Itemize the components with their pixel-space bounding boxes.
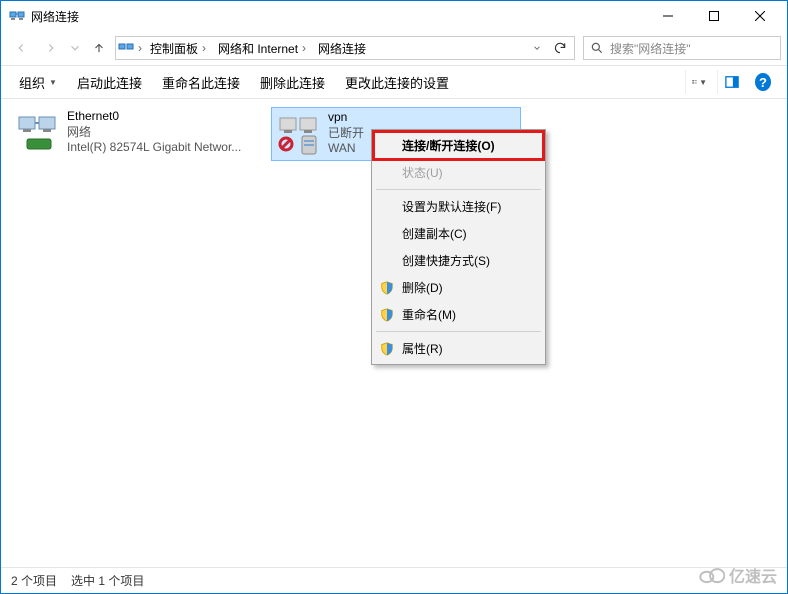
menu-separator — [376, 189, 541, 190]
menu-set-default[interactable]: 设置为默认连接(F) — [374, 193, 543, 220]
nav-up-button[interactable] — [85, 34, 113, 62]
help-icon: ? — [755, 73, 771, 91]
breadcrumb-item[interactable]: 控制面板 › — [146, 38, 212, 59]
breadcrumb-label: 网络连接 — [318, 40, 366, 57]
menu-label: 重命名(M) — [402, 306, 456, 323]
menu-separator — [376, 331, 541, 332]
menu-connect-disconnect[interactable]: 连接/断开连接(O) — [374, 132, 543, 159]
command-bar: 组织 ▼ 启动此连接 重命名此连接 删除此连接 更改此连接的设置 ▼ ? — [1, 65, 787, 99]
minimize-button[interactable] — [645, 1, 691, 31]
shield-icon — [379, 341, 395, 357]
menu-label: 属性(R) — [402, 340, 443, 357]
window-title: 网络连接 — [31, 8, 79, 25]
watermark-text: 亿速云 — [729, 563, 777, 587]
network-adapter-icon — [13, 109, 61, 157]
selected-count: 选中 1 个项目 — [71, 572, 144, 589]
watermark: 亿速云 — [699, 563, 777, 587]
breadcrumb-label: 控制面板 — [150, 40, 198, 57]
item-count: 2 个项目 — [11, 572, 57, 589]
context-menu: 连接/断开连接(O) 状态(U) 设置为默认连接(F) 创建副本(C) 创建快捷… — [371, 129, 546, 365]
menu-label: 连接/断开连接(O) — [402, 137, 495, 154]
menu-properties[interactable]: 属性(R) — [374, 335, 543, 362]
address-dropdown-button[interactable] — [528, 43, 546, 53]
menu-label: 设置为默认连接(F) — [402, 198, 501, 215]
connection-device: Intel(R) 82574L Gigabit Networ... — [67, 140, 241, 154]
rename-connection-button[interactable]: 重命名此连接 — [154, 69, 248, 96]
search-placeholder: 搜索"网络连接" — [610, 40, 780, 57]
chevron-right-icon: › — [200, 41, 208, 55]
breadcrumb-item[interactable]: 网络和 Internet › — [214, 38, 312, 59]
organize-menu[interactable]: 组织 ▼ — [11, 69, 65, 96]
start-connection-button[interactable]: 启动此连接 — [69, 69, 150, 96]
connection-name: Ethernet0 — [67, 109, 241, 123]
help-button[interactable]: ? — [749, 70, 777, 94]
menu-create-shortcut[interactable]: 创建快捷方式(S) — [374, 247, 543, 274]
menu-label: 创建副本(C) — [402, 225, 467, 242]
shield-icon — [379, 307, 395, 323]
chevron-down-icon: ▼ — [49, 78, 57, 87]
connection-status: 网络 — [67, 123, 241, 140]
shield-icon — [379, 280, 395, 296]
menu-rename[interactable]: 重命名(M) — [374, 301, 543, 328]
nav-back-button[interactable] — [7, 34, 35, 62]
organize-label: 组织 — [19, 73, 45, 92]
cmd-label: 删除此连接 — [260, 73, 325, 92]
change-settings-button[interactable]: 更改此连接的设置 — [337, 69, 457, 96]
menu-label: 删除(D) — [402, 279, 443, 296]
nav-recent-dropdown[interactable] — [67, 34, 83, 62]
cmd-label: 启动此连接 — [77, 73, 142, 92]
preview-pane-button[interactable] — [717, 70, 745, 94]
chevron-right-icon[interactable]: › — [136, 41, 144, 55]
menu-delete[interactable]: 删除(D) — [374, 274, 543, 301]
cmd-label: 重命名此连接 — [162, 73, 240, 92]
nav-row: › 控制面板 › 网络和 Internet › 网络连接 搜索"网络连接" — [1, 31, 787, 65]
connection-device: WAN — [328, 141, 364, 155]
vpn-adapter-icon — [274, 110, 322, 158]
app-icon — [9, 8, 25, 24]
menu-status: 状态(U) — [374, 159, 543, 186]
status-bar: 2 个项目 选中 1 个项目 — [1, 567, 787, 593]
titlebar: 网络连接 — [1, 1, 787, 31]
menu-label: 创建快捷方式(S) — [402, 252, 490, 269]
menu-label: 状态(U) — [402, 164, 443, 181]
address-bar[interactable]: › 控制面板 › 网络和 Internet › 网络连接 — [115, 36, 575, 60]
address-icon — [118, 40, 134, 56]
connection-item[interactable]: Ethernet0 网络 Intel(R) 82574L Gigabit Net… — [11, 107, 261, 159]
search-icon — [584, 41, 610, 55]
maximize-button[interactable] — [691, 1, 737, 31]
search-box[interactable]: 搜索"网络连接" — [583, 36, 781, 60]
connection-status: 已断开 — [328, 124, 364, 141]
breadcrumb-label: 网络和 Internet — [218, 40, 298, 57]
menu-create-copy[interactable]: 创建副本(C) — [374, 220, 543, 247]
refresh-button[interactable] — [548, 41, 572, 55]
close-button[interactable] — [737, 1, 783, 31]
chevron-right-icon: › — [300, 41, 308, 55]
nav-forward-button[interactable] — [37, 34, 65, 62]
view-options-button[interactable]: ▼ — [685, 70, 713, 94]
delete-connection-button[interactable]: 删除此连接 — [252, 69, 333, 96]
connection-name: vpn — [328, 110, 364, 124]
breadcrumb-item[interactable]: 网络连接 — [314, 38, 370, 59]
cmd-label: 更改此连接的设置 — [345, 73, 449, 92]
